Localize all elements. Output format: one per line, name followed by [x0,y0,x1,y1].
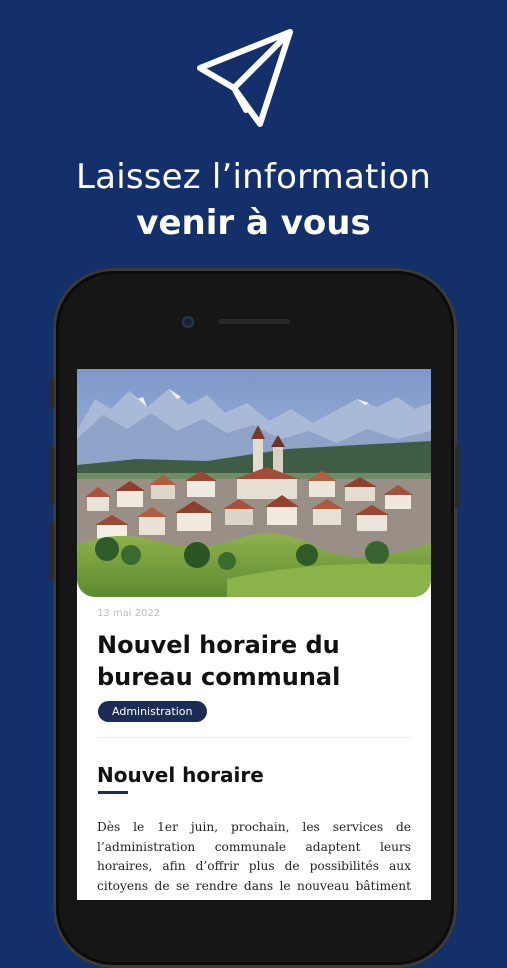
earpiece-speaker [218,319,290,324]
app-screen[interactable]: 13 mai 2022 Nouvel horaire du bureau com… [77,369,431,900]
category-tag[interactable]: Administration [98,701,207,722]
paper-plane-icon [190,24,298,132]
phone-volume-down [49,522,54,580]
front-camera [182,316,194,328]
section-heading-underline [98,791,128,794]
article-body: Dès le 1er juin, prochain, les services … [97,820,411,900]
article-date: 13 mai 2022 [97,608,161,619]
article-title: Nouvel horaire du bureau communal [97,631,341,691]
phone-volume-up [49,446,54,504]
promo-headline-line1: Laissez l’information [76,157,431,197]
section-heading: Nouvel horaire [97,763,264,787]
phone-silent-switch [49,378,54,408]
village-mountain-photo [77,369,431,597]
phone-power-button [455,446,460,508]
divider [97,737,411,738]
promo-headline-line2: venir à vous [136,203,371,243]
